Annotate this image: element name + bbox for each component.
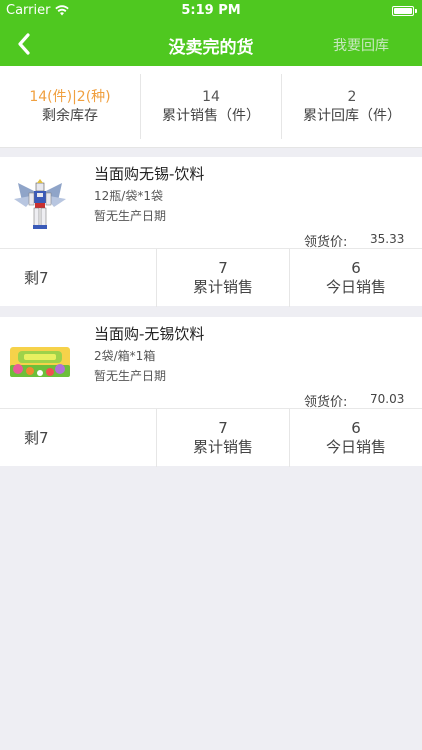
garden-banner-icon bbox=[8, 331, 72, 395]
product-name: 当面购无锡-饮料 bbox=[94, 165, 205, 183]
total-sales-value: 7 bbox=[218, 259, 228, 277]
price-value: 35.33 bbox=[370, 232, 405, 246]
robot-figure-icon bbox=[8, 171, 72, 235]
remaining-count: 剩7 bbox=[0, 249, 157, 307]
status-time: 5:19 PM bbox=[181, 3, 241, 18]
product-card[interactable]: 当面购无锡-饮料 12瓶/袋*1袋 暂无生产日期 领货价: 35.33 剩7 7… bbox=[0, 157, 422, 307]
remaining-count: 剩7 bbox=[0, 409, 157, 467]
product-date: 暂无生产日期 bbox=[94, 369, 167, 383]
battery-icon bbox=[392, 6, 417, 16]
today-sales-stat: 6 今日销售 bbox=[290, 409, 422, 467]
product-spec: 2袋/箱*1箱 bbox=[94, 349, 156, 363]
return-to-stock-button[interactable]: 我要回库 bbox=[333, 35, 389, 55]
nav-bar: 没卖完的货 我要回库 bbox=[0, 22, 422, 66]
summary-total-sales: 14 累计销售（件） bbox=[141, 74, 282, 139]
status-bar: Carrier 5:19 PM bbox=[0, 0, 422, 22]
product-info: 当面购-无锡饮料 2袋/箱*1箱 暂无生产日期 领货价: 70.03 bbox=[0, 317, 422, 410]
summary-remaining-stock: 14(件)|2(种) 剩余库存 bbox=[0, 74, 141, 139]
today-sales-label: 今日销售 bbox=[325, 278, 386, 296]
today-sales-stat: 6 今日销售 bbox=[290, 249, 422, 307]
summary-value: 14 bbox=[202, 89, 220, 105]
today-sales-label: 今日销售 bbox=[325, 438, 386, 456]
total-sales-label: 累计销售 bbox=[192, 278, 253, 296]
today-sales-value: 6 bbox=[351, 419, 361, 437]
inventory-summary: 14(件)|2(种) 剩余库存 14 累计销售（件） 2 累计回库（件） bbox=[0, 66, 422, 148]
total-sales-stat: 7 累计销售 bbox=[157, 249, 290, 307]
summary-value: 14(件)|2(种) bbox=[29, 89, 111, 105]
product-date: 暂无生产日期 bbox=[94, 209, 167, 223]
product-stats: 剩7 7 累计销售 6 今日销售 bbox=[0, 408, 422, 467]
product-card[interactable]: 当面购-无锡饮料 2袋/箱*1箱 暂无生产日期 领货价: 70.03 剩7 7 … bbox=[0, 317, 422, 467]
product-stats: 剩7 7 累计销售 6 今日销售 bbox=[0, 248, 422, 307]
summary-value: 2 bbox=[347, 89, 357, 105]
product-info: 当面购无锡-饮料 12瓶/袋*1袋 暂无生产日期 领货价: 35.33 bbox=[0, 157, 422, 250]
summary-total-returns: 2 累计回库（件） bbox=[282, 74, 422, 139]
summary-label: 累计回库（件） bbox=[303, 108, 401, 124]
total-sales-stat: 7 累计销售 bbox=[157, 409, 290, 467]
remaining-value: 剩7 bbox=[24, 268, 49, 287]
today-sales-value: 6 bbox=[351, 259, 361, 277]
product-spec: 12瓶/袋*1袋 bbox=[94, 189, 163, 203]
product-name: 当面购-无锡饮料 bbox=[94, 325, 205, 343]
total-sales-label: 累计销售 bbox=[192, 438, 253, 456]
summary-label: 累计销售（件） bbox=[162, 108, 260, 124]
summary-label: 剩余库存 bbox=[42, 108, 98, 124]
price-value: 70.03 bbox=[370, 392, 405, 406]
total-sales-value: 7 bbox=[218, 419, 228, 437]
remaining-value: 剩7 bbox=[24, 428, 49, 447]
